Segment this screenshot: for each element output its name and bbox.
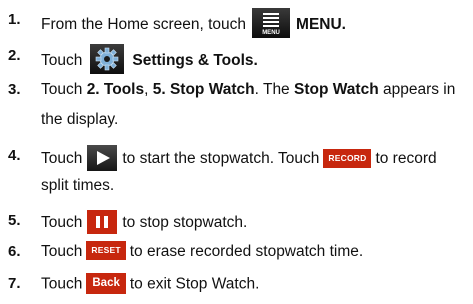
menu-icon: MENU bbox=[252, 8, 291, 38]
step-text: Touch Settings & Tools. bbox=[41, 44, 258, 76]
step-text: Touch to start the stopwatch. Touch RECORD… bbox=[41, 145, 437, 172]
instructions-document: 1. From the Home screen, touch MENU MENU. … bbox=[0, 0, 473, 304]
step-text: Touch to stop stopwatch. bbox=[41, 210, 247, 235]
step-number: 1. bbox=[8, 11, 21, 28]
step-text: From the Home screen, touch MENU MENU. bbox=[41, 8, 346, 40]
step-text: Touch RESET to erase recorded stopwatch ti… bbox=[41, 241, 364, 261]
record-button-icon: RECORD bbox=[323, 148, 372, 168]
back-button-icon: Back bbox=[86, 273, 126, 294]
pause-icon bbox=[87, 210, 118, 234]
step-number: 4. bbox=[8, 147, 21, 164]
step-number: 3. bbox=[8, 81, 21, 98]
reset-button-icon: RESET bbox=[86, 241, 126, 261]
play-icon bbox=[87, 145, 118, 171]
step-number: 2. bbox=[8, 47, 21, 64]
step-text: Touch Back to exit Stop Watch. bbox=[41, 273, 259, 295]
step-number: 7. bbox=[8, 275, 21, 292]
step-number: 5. bbox=[8, 212, 21, 229]
settings-gear-icon bbox=[90, 44, 125, 74]
step-text-continued: split times. bbox=[41, 177, 115, 194]
step-text-continued: the display. bbox=[41, 111, 119, 128]
step-number: 6. bbox=[8, 243, 21, 260]
step-text: Touch 2. Tools, 5. Stop Watch. The Stop … bbox=[41, 81, 456, 98]
